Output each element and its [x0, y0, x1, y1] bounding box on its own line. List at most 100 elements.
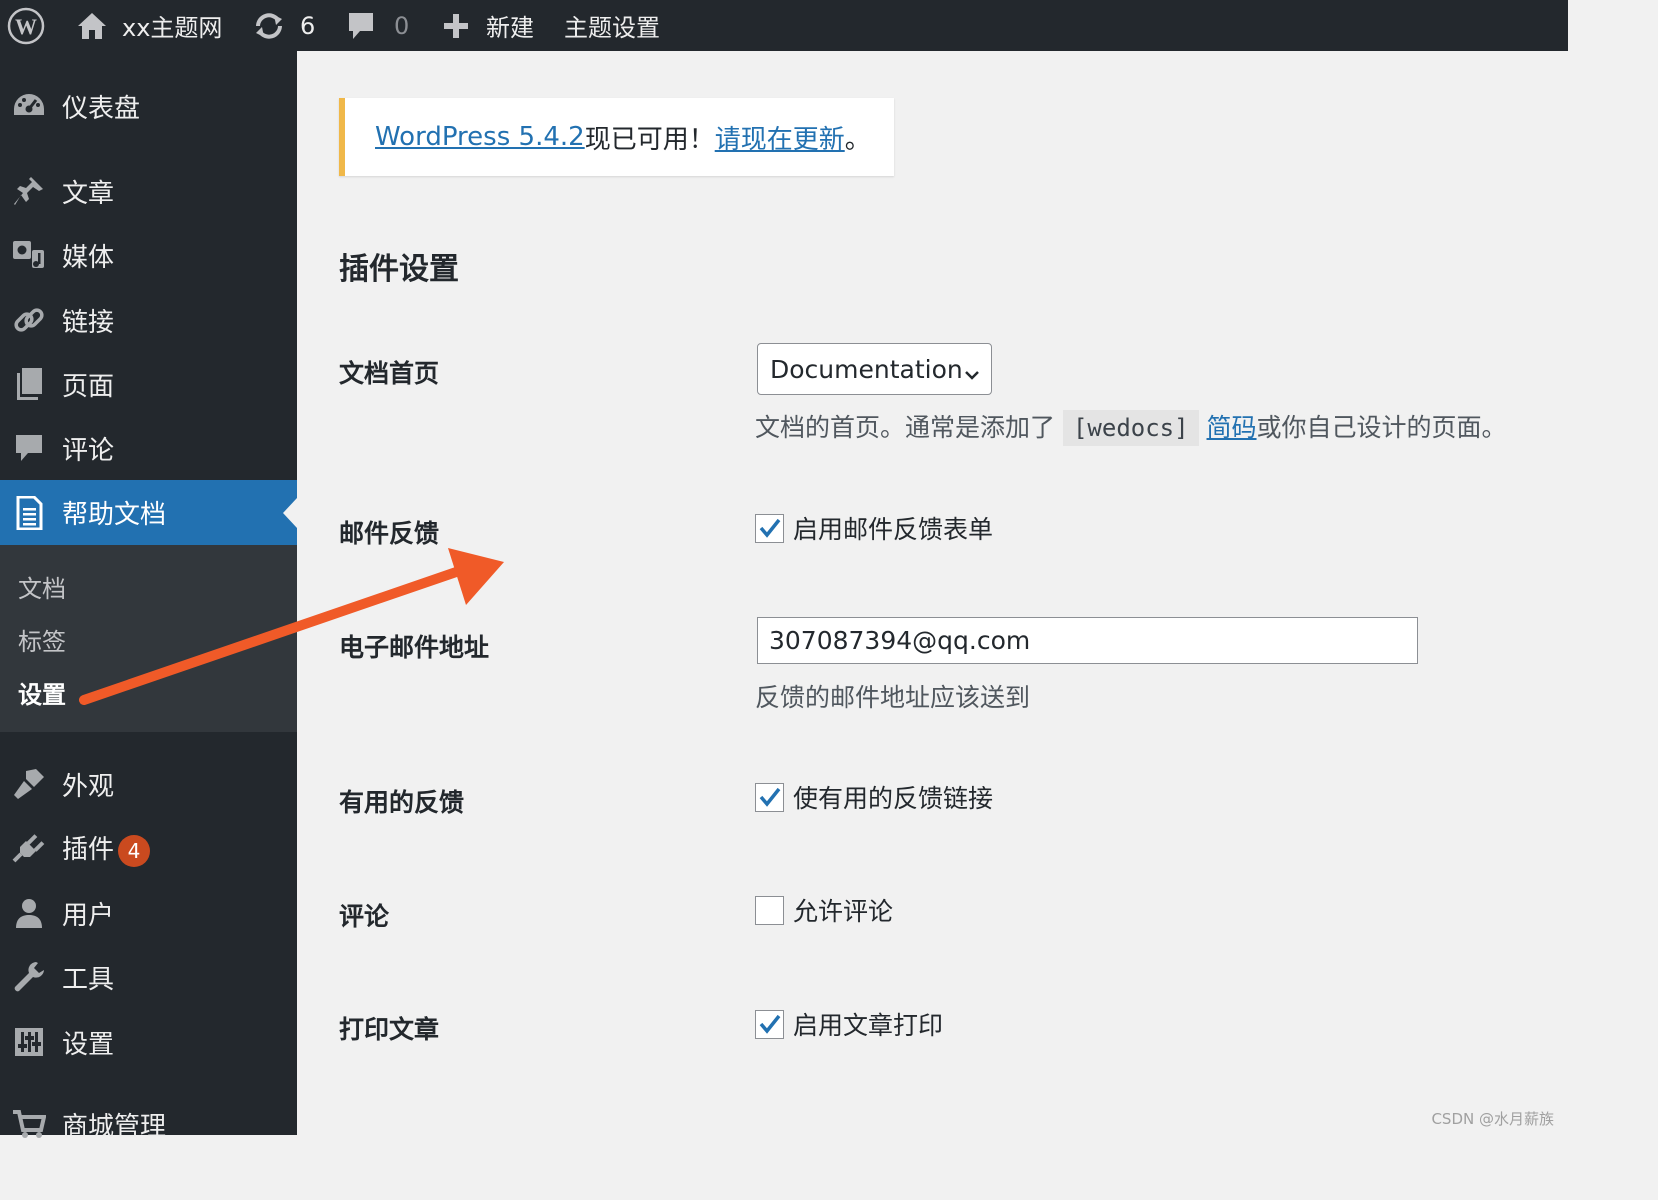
sidebar-item-label: 仪表盘 [62, 93, 141, 124]
sidebar-item-users[interactable]: 用户 [0, 888, 297, 938]
document-icon [12, 495, 46, 530]
sidebar-item-links[interactable]: 链接 [0, 295, 297, 345]
comment-bubble-icon [346, 10, 376, 42]
media-icon [12, 238, 46, 272]
watermark: CSDN @水月薪族 [1431, 1110, 1554, 1128]
checkmark-icon [759, 518, 780, 538]
updates-count: 6 [300, 11, 316, 40]
doc-home-description: 文档的首页。通常是添加了 [wedocs] 简码或你自己设计的页面。 [755, 408, 1507, 446]
email-feedback-option[interactable]: 启用邮件反馈表单 [755, 510, 993, 546]
checkmark-icon [759, 787, 780, 807]
comments-checkbox-label: 允许评论 [793, 897, 894, 926]
sidebar-item-label: 页面 [62, 371, 115, 402]
page-icon [12, 367, 46, 401]
sidebar-item-comments[interactable]: 评论 [0, 423, 297, 473]
email-address-description: 反馈的邮件地址应该送到 [755, 683, 1031, 712]
doc-home-desc-pre: 文档的首页。通常是添加了 [755, 413, 1056, 442]
doc-home-label: 文档首页 [339, 359, 440, 388]
comment-icon [12, 431, 46, 465]
doc-home-select-value: Documentation [770, 354, 963, 384]
shortcode-link[interactable]: 简码 [1207, 413, 1257, 442]
print-label: 打印文章 [339, 1015, 440, 1044]
site-name-link[interactable]: xx主题网 [76, 0, 222, 51]
email-feedback-checkbox-label: 启用邮件反馈表单 [793, 515, 994, 544]
sidebar-item-label: 用户 [62, 900, 115, 931]
submenu-item-docs[interactable]: 文档 [18, 569, 66, 604]
comments-checkbox[interactable] [755, 895, 784, 925]
doc-home-select[interactable]: Documentation [757, 343, 992, 395]
email-address-input[interactable] [757, 617, 1418, 664]
sidebar-item-label: 商城管理 [62, 1111, 167, 1142]
plus-icon [442, 12, 470, 40]
email-feedback-label: 邮件反馈 [339, 519, 440, 548]
sidebar-item-posts[interactable]: 文章 [0, 166, 297, 216]
sidebar-item-media[interactable]: 媒体 [0, 230, 297, 280]
update-now-link[interactable]: 请现在更新 [715, 119, 845, 156]
home-icon [76, 11, 108, 41]
new-label: 新建 [486, 14, 534, 42]
sidebar-item-label: 设置 [62, 1029, 115, 1060]
admin-bar: W xx主题网 6 0 新建 主题设置 [0, 0, 1568, 51]
sidebar-item-appearance[interactable]: 外观 [0, 759, 297, 809]
wordpress-logo-icon[interactable]: W [6, 0, 46, 51]
refresh-icon [252, 11, 286, 41]
wrench-icon [12, 960, 46, 994]
sidebar-item-label: 插件 [62, 835, 115, 866]
sidebar-item-label: 评论 [62, 435, 115, 466]
dashboard-icon [12, 89, 46, 123]
submenu-item-tags[interactable]: 标签 [18, 622, 66, 657]
plugins-update-badge: 4 [118, 834, 151, 867]
docs-submenu: 文档 标签 设置 [0, 545, 297, 732]
helpful-feedback-option[interactable]: 使有用的反馈链接 [755, 779, 993, 815]
brush-icon [12, 767, 46, 801]
pushpin-icon [12, 174, 46, 208]
plug-icon [12, 831, 46, 865]
sidebar-item-dashboard[interactable]: 仪表盘 [0, 81, 297, 131]
helpful-feedback-checkbox-label: 使有用的反馈链接 [793, 784, 994, 813]
updates-link[interactable]: 6 [252, 0, 315, 51]
site-name: xx主题网 [122, 14, 223, 42]
sidebar-item-shop[interactable]: 商城管理 [0, 1099, 297, 1149]
page-title: 插件设置 [339, 252, 459, 287]
email-feedback-checkbox[interactable] [755, 513, 784, 543]
submenu-item-settings[interactable]: 设置 [18, 675, 66, 710]
sidebar-item-pages[interactable]: 页面 [0, 359, 297, 409]
notice-text: 现已可用！ [584, 124, 715, 155]
comments-link[interactable]: 0 [346, 0, 409, 51]
print-option[interactable]: 启用文章打印 [755, 1006, 943, 1042]
sidebar-item-label: 外观 [62, 771, 115, 802]
doc-home-desc-post: 或你自己设计的页面。 [1256, 413, 1507, 442]
helpful-feedback-checkbox[interactable] [755, 782, 784, 812]
theme-settings-label: 主题设置 [564, 14, 660, 42]
chevron-down-icon [963, 361, 981, 390]
cart-icon [12, 1107, 46, 1141]
print-checkbox[interactable] [755, 1009, 784, 1039]
email-address-label: 电子邮件地址 [339, 633, 490, 662]
svg-text:W: W [15, 14, 37, 39]
checkmark-icon [759, 1014, 780, 1034]
new-content-link[interactable]: 新建 [442, 0, 534, 51]
sidebar-item-label: 媒体 [62, 242, 115, 273]
sliders-icon [12, 1025, 46, 1059]
link-icon [12, 303, 46, 337]
print-checkbox-label: 启用文章打印 [793, 1011, 944, 1040]
sidebar-item-label: 链接 [62, 307, 115, 338]
helpful-feedback-label: 有用的反馈 [339, 788, 465, 817]
wordpress-version-link[interactable]: WordPress 5.4.2 [375, 122, 585, 152]
sidebar-item-settings[interactable]: 设置 [0, 1017, 297, 1067]
shortcode-code: [wedocs] [1062, 410, 1199, 446]
comments-option[interactable]: 允许评论 [755, 892, 893, 928]
theme-settings-link[interactable]: 主题设置 [564, 0, 660, 51]
sidebar-item-docs[interactable]: 帮助文档 [0, 480, 297, 545]
notice-end: 。 [844, 124, 871, 155]
sidebar-item-label: 工具 [62, 964, 115, 995]
comments-count: 0 [394, 11, 410, 40]
sidebar-item-tools[interactable]: 工具 [0, 952, 297, 1002]
admin-sidebar: 仪表盘 文章 媒体 链接 页面 评论 帮助文档 文档 标签 设置 外观 插件 4… [0, 51, 297, 1142]
user-icon [12, 896, 46, 930]
sidebar-item-label: 文章 [62, 178, 115, 209]
comments-label: 评论 [339, 902, 390, 931]
sidebar-item-plugins[interactable]: 插件 4 [0, 823, 297, 873]
sidebar-item-label: 帮助文档 [62, 500, 167, 530]
update-notice: WordPress 5.4.2 现已可用！ 请现在更新。 [339, 98, 894, 176]
